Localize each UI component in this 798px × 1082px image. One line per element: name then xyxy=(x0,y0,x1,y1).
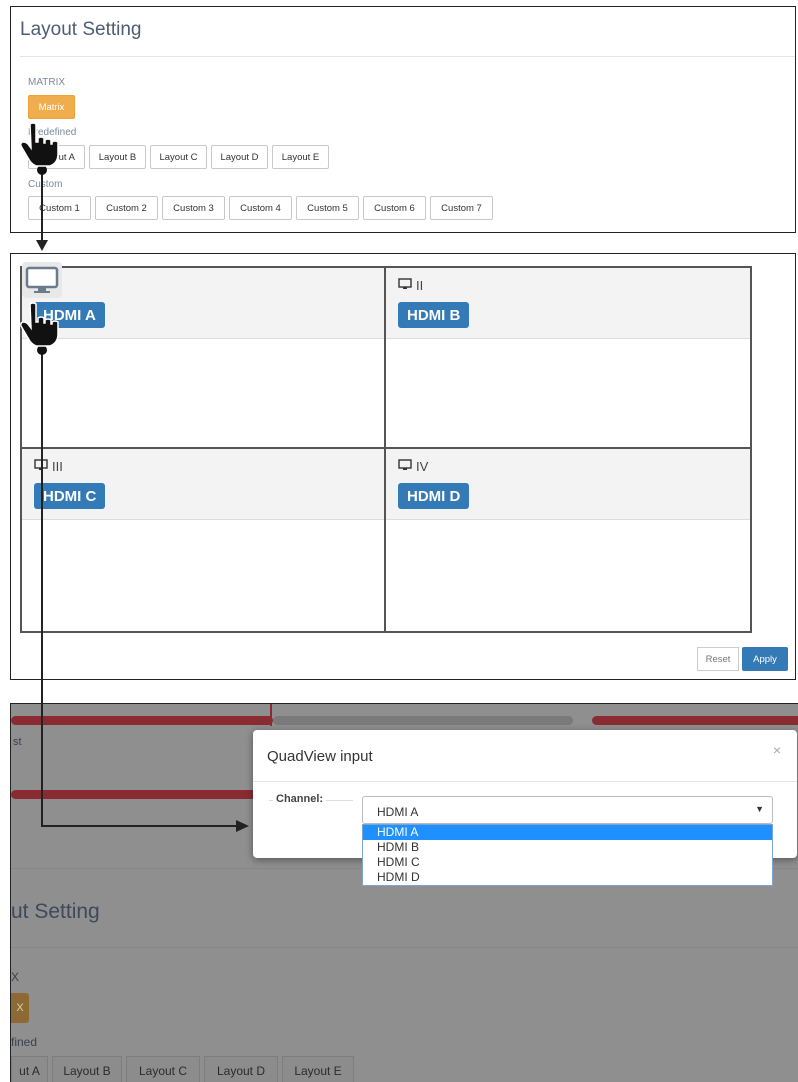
layout-b-button[interactable]: Layout B xyxy=(89,145,146,169)
monitor-icon xyxy=(398,278,412,293)
divider xyxy=(11,947,798,948)
quadrant-number: III xyxy=(34,459,63,474)
quadview-panel: I HDMI A II HDMI B III HDMI C xyxy=(10,253,796,680)
quadrant-number: IV xyxy=(398,459,428,474)
background-layout-button: Layout B xyxy=(52,1056,122,1082)
background-matrix-label: X xyxy=(11,970,20,984)
title-divider xyxy=(20,56,795,57)
quadrant-3[interactable]: III HDMI C xyxy=(22,449,386,631)
layout-d-button[interactable]: Layout D xyxy=(211,145,268,169)
background-matrix-button: X xyxy=(11,993,29,1023)
background-layout-button: Layout E xyxy=(282,1056,354,1082)
channel-label: Channel: xyxy=(273,793,327,805)
quadrant-number: II xyxy=(398,278,423,293)
arrow-right-icon xyxy=(236,820,249,832)
channel-dropdown: HDMI A HDMI B HDMI C HDMI D xyxy=(362,824,773,886)
modal-title: QuadView input xyxy=(267,748,373,765)
custom-4-button[interactable]: Custom 4 xyxy=(229,196,292,220)
input-tag[interactable]: HDMI C xyxy=(34,483,106,509)
custom-1-button[interactable]: Custom 1 xyxy=(28,196,91,220)
quadview-grid: I HDMI A II HDMI B III HDMI C xyxy=(20,266,752,633)
modal-divider xyxy=(253,781,797,782)
background-text: st xyxy=(13,736,22,748)
custom-section-label: Custom xyxy=(28,179,63,190)
layout-e-button[interactable]: Layout E xyxy=(272,145,329,169)
custom-6-button[interactable]: Custom 6 xyxy=(363,196,426,220)
progress-bar xyxy=(592,716,798,725)
custom-7-button[interactable]: Custom 7 xyxy=(430,196,493,220)
layout-c-button[interactable]: Layout C xyxy=(150,145,207,169)
progress-bar-track xyxy=(273,716,573,725)
background-layout-button: Layout C xyxy=(126,1056,200,1082)
channel-option[interactable]: HDMI A xyxy=(363,825,772,840)
progress-bar xyxy=(11,716,273,725)
quadrant-2[interactable]: II HDMI B xyxy=(386,268,750,449)
annotation-line xyxy=(41,825,238,827)
background-layout-button: Layout D xyxy=(204,1056,278,1082)
custom-5-button[interactable]: Custom 5 xyxy=(296,196,359,220)
input-tag[interactable]: HDMI B xyxy=(398,302,470,328)
background-predefined-label: fined xyxy=(11,1035,38,1049)
annotation-line xyxy=(41,170,43,240)
matrix-button[interactable]: Matrix xyxy=(28,95,75,119)
background-layout-button: ut A xyxy=(11,1056,48,1082)
channel-option[interactable]: HDMI B xyxy=(363,840,772,855)
quadrant-4[interactable]: IV HDMI D xyxy=(386,449,750,631)
channel-select[interactable]: HDMI A ▼ xyxy=(362,796,773,824)
monitor-icon[interactable] xyxy=(22,262,62,298)
progress-bar xyxy=(11,790,256,799)
annotation-line xyxy=(41,350,43,827)
matrix-section-label: MATRIX xyxy=(28,77,66,88)
close-icon[interactable]: × xyxy=(773,742,781,758)
background-title: ut Setting xyxy=(11,900,100,923)
bar-marker xyxy=(270,704,272,726)
channel-option[interactable]: HDMI D xyxy=(363,870,772,885)
layout-setting-panel: Layout Setting MATRIX Matrix Predefined … xyxy=(10,6,796,233)
reset-button[interactable]: Reset xyxy=(697,647,739,671)
page-title: Layout Setting xyxy=(20,19,142,40)
input-tag[interactable]: HDMI D xyxy=(398,483,470,509)
channel-option[interactable]: HDMI C xyxy=(363,855,772,870)
quadrant-1[interactable]: I HDMI A xyxy=(22,268,386,449)
pointing-hand-icon xyxy=(20,302,64,354)
arrow-down-icon xyxy=(36,240,48,251)
channel-select-value: HDMI A xyxy=(377,805,419,819)
custom-2-button[interactable]: Custom 2 xyxy=(95,196,158,220)
monitor-icon xyxy=(398,459,412,474)
pointing-hand-icon xyxy=(20,122,64,174)
apply-button[interactable]: Apply xyxy=(742,647,788,671)
custom-3-button[interactable]: Custom 3 xyxy=(162,196,225,220)
chevron-down-icon[interactable]: ▼ xyxy=(755,804,764,814)
